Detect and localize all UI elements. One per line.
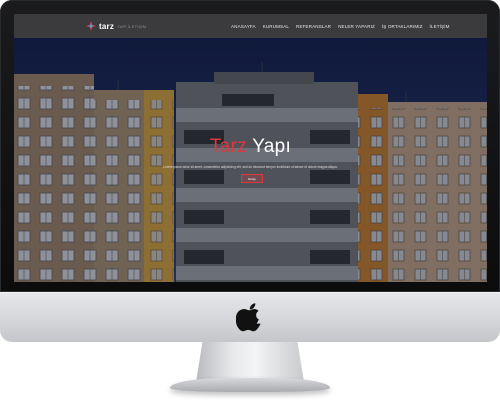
monitor-stand-base [170,378,330,392]
nav-is-ortaklarimiz[interactable]: İŞ ORTAKLARIMIZ [382,24,423,29]
nav-anasayfa[interactable]: ANASAYFA [231,24,256,29]
apple-logo-icon [236,303,261,332]
logo-subtitle: YAPI İLETİŞİM [117,23,147,29]
hero-section: Tarz Yapı Lorem ipsum dolor sit amet, co… [14,38,487,282]
hero-detail-button[interactable]: Detay [241,174,263,183]
monitor-stand [196,342,304,382]
hero-overlay [14,38,487,282]
logo-mark-icon [86,21,96,31]
logo-text: tarz [99,21,115,31]
hero-subtitle: Lorem ipsum dolor sit amet, consectetur … [163,165,338,169]
nav-referanslar[interactable]: REFERANSLAR [296,24,331,29]
main-menu: ANASAYFA KURUMSAL REFERANSLAR NELER YAPA… [231,14,450,38]
nav-iletisim[interactable]: İLETİŞİM [430,24,450,29]
hero-title-rest: Yapı [246,136,292,157]
navbar: tarz YAPI İLETİŞİM ANASAYFA KURUMSAL REF… [14,14,487,38]
nav-neler-yapariz[interactable]: NELER YAPARIZ [338,24,375,29]
nav-kurumsal[interactable]: KURUMSAL [263,24,289,29]
hero-title: Tarz Yapı [14,136,487,158]
site-logo[interactable]: tarz YAPI İLETİŞİM [86,18,146,34]
hero-title-accent: Tarz [209,136,247,157]
screen: tarz YAPI İLETİŞİM ANASAYFA KURUMSAL REF… [14,14,487,282]
